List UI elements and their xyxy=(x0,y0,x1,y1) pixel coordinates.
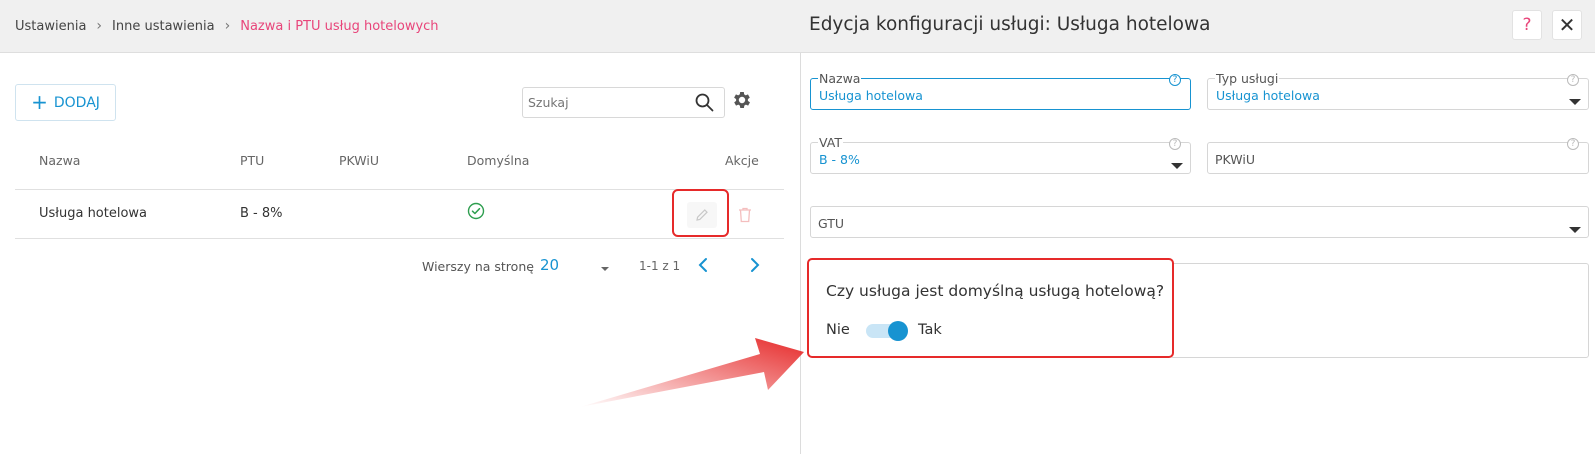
name-field[interactable]: Nazwa ? Usługa hotelowa xyxy=(810,72,1191,110)
caret-down-icon xyxy=(1171,155,1183,174)
add-button[interactable]: + DODAJ xyxy=(15,84,116,121)
annotation-arrow xyxy=(580,338,804,407)
top-bar: Ustawienia › Inne ustawienia › Nazwa i P… xyxy=(0,0,1595,53)
table-row-divider xyxy=(15,238,784,239)
search-icon[interactable] xyxy=(695,93,714,116)
default-toggle-switch[interactable] xyxy=(866,321,908,341)
name-field-value: Usługa hotelowa xyxy=(819,88,923,103)
rows-per-page-label: Wierszy na stronę xyxy=(422,259,534,274)
pagination-range: 1-1 z 1 xyxy=(639,259,681,273)
close-button[interactable]: ✕ xyxy=(1552,10,1582,40)
service-type-value: Usługa hotelowa xyxy=(1216,88,1320,103)
toggle-off-label: Nie xyxy=(826,322,850,338)
breadcrumb-item-current: Nazwa i PTU usług hotelowych xyxy=(240,18,439,34)
toggle-knob xyxy=(888,321,908,341)
column-header-name: Nazwa xyxy=(39,153,81,168)
chevron-left-icon[interactable] xyxy=(698,257,708,277)
chevron-right-icon: › xyxy=(224,18,231,34)
gear-icon[interactable] xyxy=(731,89,753,115)
delete-button[interactable] xyxy=(733,202,757,228)
caret-down-icon xyxy=(1569,91,1581,110)
edit-button-highlight xyxy=(672,189,729,237)
row-name: Usługa hotelowa xyxy=(39,206,148,221)
column-header-pkwiu: PKWiU xyxy=(339,153,379,168)
help-button[interactable]: ? xyxy=(1512,10,1542,40)
service-type-label: Typ usługi xyxy=(1215,71,1280,86)
column-header-ptu: PTU xyxy=(240,153,265,168)
service-type-select[interactable]: Typ usługi ? Usługa hotelowa xyxy=(1207,72,1589,110)
pkwiu-placeholder: PKWiU xyxy=(1215,152,1255,167)
question-icon: ? xyxy=(1522,15,1532,35)
app-root: Ustawienia › Inne ustawienia › Nazwa i P… xyxy=(0,0,1595,454)
gtu-placeholder: GTU xyxy=(818,216,845,231)
breadcrumb-item-other-settings[interactable]: Inne ustawienia xyxy=(112,19,215,34)
gtu-select[interactable]: GTU xyxy=(810,206,1589,238)
help-circle-icon[interactable]: ? xyxy=(1169,138,1181,150)
default-toggle-container xyxy=(1170,263,1589,358)
help-circle-icon[interactable]: ? xyxy=(1567,138,1579,150)
name-field-label: Nazwa xyxy=(818,71,862,86)
column-header-default: Domyślna xyxy=(467,153,530,168)
vat-value: B - 8% xyxy=(819,152,860,167)
toggle-on-label: Tak xyxy=(918,322,942,338)
pkwiu-field[interactable]: ? PKWiU xyxy=(1207,138,1589,174)
search-input[interactable] xyxy=(523,88,683,117)
default-toggle-question: Czy usługa jest domyślną usługą hotelową… xyxy=(826,282,1165,300)
caret-down-icon xyxy=(1569,219,1581,238)
help-circle-icon[interactable]: ? xyxy=(1169,74,1181,86)
breadcrumb: Ustawienia › Inne ustawienia › Nazwa i P… xyxy=(15,18,439,34)
row-ptu: B - 8% xyxy=(240,206,283,221)
add-button-label: DODAJ xyxy=(53,94,100,111)
help-circle-icon[interactable]: ? xyxy=(1567,74,1579,86)
breadcrumb-item-settings[interactable]: Ustawienia xyxy=(15,19,86,34)
chevron-right-icon: › xyxy=(96,18,103,34)
rows-per-page-select[interactable]: 20 xyxy=(540,256,559,274)
table-header-divider xyxy=(15,189,784,190)
search-box xyxy=(522,87,725,118)
panel-title: Edycja konfiguracji usługi: Usługa hotel… xyxy=(809,14,1211,35)
caret-down-icon[interactable] xyxy=(600,258,610,277)
chevron-right-icon[interactable] xyxy=(750,257,760,277)
vat-select[interactable]: VAT ? B - 8% xyxy=(810,136,1191,174)
trash-icon xyxy=(739,207,751,223)
column-header-actions: Akcje xyxy=(725,153,759,168)
check-circle-icon xyxy=(467,202,485,224)
close-icon: ✕ xyxy=(1558,13,1576,37)
vat-label: VAT xyxy=(818,135,843,150)
plus-icon: + xyxy=(31,89,48,114)
default-toggle-highlight xyxy=(807,258,1174,358)
